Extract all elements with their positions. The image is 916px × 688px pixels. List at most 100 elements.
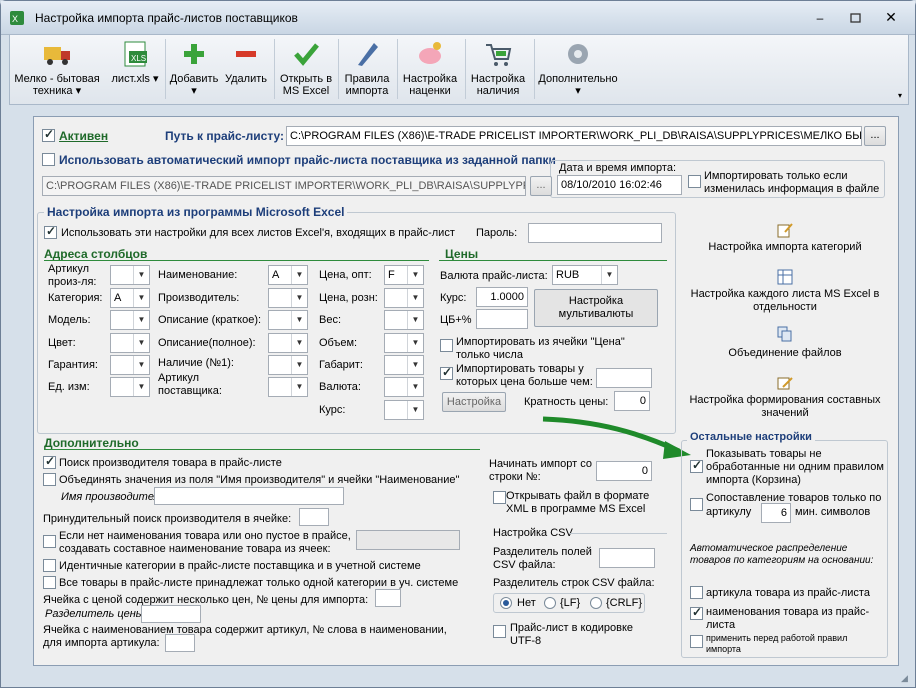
composite-values-link[interactable]: Настройка формирования составных значени… bbox=[685, 394, 885, 420]
piggy-bank-icon bbox=[415, 39, 445, 69]
xls-button[interactable]: XLS лист.xls ▾ bbox=[108, 39, 162, 101]
open-excel-button[interactable]: Открыть в MS Excel bbox=[276, 39, 336, 101]
composite-name-input[interactable] bbox=[356, 530, 460, 550]
col3-combo[interactable]: F ▼ bbox=[384, 265, 424, 285]
extra-button[interactable]: Дополнительно ▾ bbox=[534, 39, 622, 101]
auto-path-input[interactable]: C:\PROGRAM FILES (X86)\E-TRADE PRICELIST… bbox=[42, 176, 526, 196]
svg-text:X: X bbox=[12, 14, 18, 24]
col3-combo[interactable]: ▼ bbox=[384, 333, 424, 353]
rules-button[interactable]: Правила импорта bbox=[340, 39, 394, 101]
browse-button[interactable]: ... bbox=[864, 126, 886, 146]
import-from-price-cell-checkbox[interactable] bbox=[440, 339, 453, 352]
each-sheet-link[interactable]: Настройка каждого листа MS Excel в отдел… bbox=[685, 288, 885, 314]
col1-combo[interactable]: ▼ bbox=[110, 377, 150, 397]
multicurrency-button[interactable]: Настройка мультивалюты bbox=[534, 289, 658, 327]
manufacturer-name-input[interactable] bbox=[154, 487, 344, 505]
maximize-icon[interactable] bbox=[849, 11, 863, 25]
compare-article-input[interactable]: 6 bbox=[761, 503, 791, 523]
plus-icon bbox=[179, 39, 209, 69]
stock-button[interactable]: Настройка наличия bbox=[466, 39, 530, 101]
price-separator-input[interactable] bbox=[141, 605, 201, 623]
chevron-down-icon: ▼ bbox=[291, 334, 307, 352]
col2-combo[interactable]: A ▼ bbox=[268, 265, 308, 285]
active-label: Активен bbox=[59, 129, 109, 143]
cb-input[interactable] bbox=[476, 309, 528, 329]
single-category-checkbox[interactable] bbox=[43, 576, 56, 589]
currency-combo[interactable]: RUB ▼ bbox=[552, 265, 618, 285]
col2-label: Артикул поставщика: bbox=[158, 372, 222, 397]
compare-article-checkbox[interactable] bbox=[690, 498, 703, 511]
datetime-label: Дата и время импорта: bbox=[559, 162, 680, 175]
price-separator-label: Разделитель цены: bbox=[45, 608, 147, 620]
use-all-sheets-checkbox[interactable] bbox=[44, 224, 57, 239]
only-changed-checkbox[interactable] bbox=[688, 175, 701, 188]
auto-browse-button[interactable]: ... bbox=[530, 176, 552, 196]
col1-label: Ед. изм: bbox=[48, 381, 90, 393]
col3-combo[interactable]: ▼ bbox=[384, 288, 424, 308]
csv-field-sep-input[interactable] bbox=[599, 548, 655, 568]
datetime-input[interactable]: 08/10/2010 16:02:46 bbox=[557, 175, 682, 195]
by-name-checkbox[interactable] bbox=[690, 605, 703, 620]
minimize-icon[interactable]: – bbox=[813, 11, 827, 25]
identical-categories-checkbox[interactable] bbox=[43, 559, 56, 572]
auto-distribution-label: Автоматическое распределение товаров по … bbox=[690, 543, 874, 566]
col3-combo[interactable]: ▼ bbox=[384, 310, 424, 330]
by-article-checkbox[interactable] bbox=[690, 586, 703, 599]
show-unprocessed-checkbox[interactable] bbox=[690, 458, 703, 473]
supplier-button[interactable]: Мелко - бытовая техника ▾ bbox=[14, 39, 100, 101]
csv-opt-none-radio[interactable] bbox=[500, 597, 512, 609]
col1-combo[interactable]: ▼ bbox=[110, 333, 150, 353]
password-label: Пароль: bbox=[476, 227, 518, 239]
col1-combo[interactable]: ▼ bbox=[110, 355, 150, 375]
main-window: X Настройка импорта прайс-листов поставщ… bbox=[0, 0, 916, 688]
auto-import-checkbox[interactable] bbox=[42, 153, 55, 166]
green-arrow-icon bbox=[539, 413, 699, 464]
open-xml-checkbox[interactable] bbox=[493, 491, 506, 504]
article-word-input[interactable] bbox=[165, 634, 195, 652]
col3-combo[interactable]: ▼ bbox=[384, 355, 424, 375]
title-bar: X Настройка импорта прайс-листов поставщ… bbox=[1, 1, 915, 35]
password-input[interactable] bbox=[528, 223, 662, 243]
col3-combo[interactable]: ▼ bbox=[384, 377, 424, 397]
apply-before-checkbox[interactable] bbox=[690, 635, 703, 648]
col2-combo[interactable]: ▼ bbox=[268, 288, 308, 308]
settings-button[interactable]: Настройка bbox=[442, 392, 506, 412]
merge-files-link[interactable]: Объединение файлов bbox=[685, 347, 885, 360]
delete-button[interactable]: Удалить bbox=[222, 39, 270, 101]
forced-search-input[interactable] bbox=[299, 508, 329, 526]
start-row-input[interactable]: 0 bbox=[596, 461, 652, 481]
path-input[interactable]: C:\PROGRAM FILES (X86)\E-TRADE PRICELIST… bbox=[286, 126, 862, 146]
col1-combo[interactable]: A ▼ bbox=[110, 288, 150, 308]
import-price-greater-checkbox[interactable] bbox=[440, 365, 453, 380]
rate-input[interactable]: 1.0000 bbox=[476, 287, 528, 307]
chevron-down-icon: ▼ bbox=[407, 289, 423, 307]
add-button[interactable]: Добавить ▾ bbox=[166, 39, 222, 101]
toolbar-overflow-icon[interactable]: ▾ bbox=[898, 91, 902, 100]
csv-opt-crlf-radio[interactable] bbox=[590, 597, 602, 609]
csv-opt-lf-label: {LF} bbox=[560, 597, 581, 609]
utf8-checkbox[interactable] bbox=[493, 625, 506, 638]
resize-grip-icon[interactable]: ◢ bbox=[901, 673, 913, 685]
apply-before-label: применить перед работой правил импорта bbox=[706, 633, 848, 654]
csv-opt-lf-radio[interactable] bbox=[544, 597, 556, 609]
col2-combo[interactable]: ▼ bbox=[268, 333, 308, 353]
multi-price-input[interactable] bbox=[375, 589, 401, 607]
col2-combo[interactable]: ▼ bbox=[268, 377, 308, 397]
category-import-link[interactable]: Настройка импорта категорий bbox=[685, 241, 885, 254]
col1-combo[interactable]: ▼ bbox=[110, 265, 150, 285]
col2-label: Наличие (№1): bbox=[158, 357, 234, 369]
col2-combo[interactable]: ▼ bbox=[268, 355, 308, 375]
multiplicity-input[interactable]: 0 bbox=[614, 391, 650, 411]
search-manufacturer-checkbox[interactable] bbox=[43, 454, 56, 469]
active-checkbox[interactable] bbox=[42, 127, 55, 142]
columns-divider bbox=[44, 260, 429, 261]
col2-combo[interactable]: ▼ bbox=[268, 310, 308, 330]
composite-name-checkbox[interactable] bbox=[43, 535, 56, 548]
markup-button[interactable]: Настройка наценки bbox=[398, 39, 462, 101]
chevron-down-icon: ▼ bbox=[133, 378, 149, 396]
col3-combo[interactable]: ▼ bbox=[384, 400, 424, 420]
merge-values-checkbox[interactable] bbox=[43, 473, 56, 486]
col1-combo[interactable]: ▼ bbox=[110, 310, 150, 330]
close-icon[interactable]: ✕ bbox=[883, 9, 899, 25]
min-price-input[interactable] bbox=[596, 368, 652, 388]
